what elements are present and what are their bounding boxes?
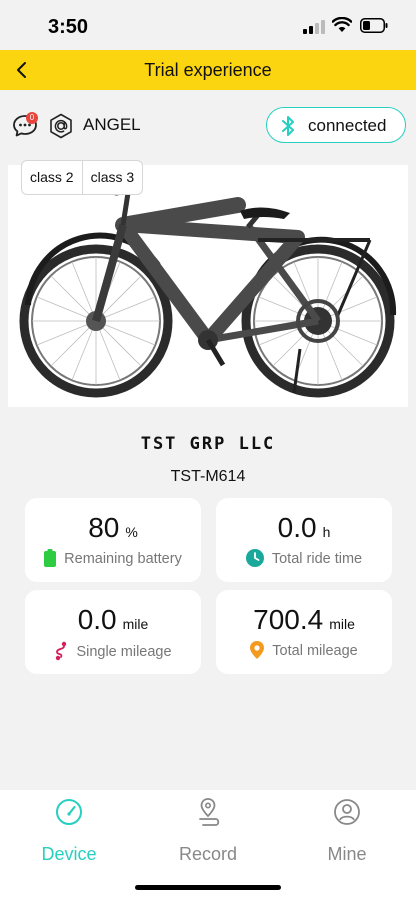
wifi-icon [332,17,352,32]
person-icon [334,799,360,825]
speedometer-icon [56,799,82,825]
ebike-illustration [19,186,397,398]
page-title: Trial experience [144,60,272,80]
location-pin-icon [250,641,265,659]
battery-value: 80 [88,512,120,543]
single-mileage-value: 0.0 [77,604,117,635]
chevron-left-icon [17,62,26,78]
nav-bar: Trial experience [0,50,416,90]
at-sign-icon [50,113,72,139]
tab-mine[interactable]: Mine [278,798,416,868]
user-name: ANGEL [83,115,141,134]
battery-icon [44,549,57,567]
bluetooth-icon [282,116,294,136]
battery-card: 80% Remaining battery [25,498,201,582]
status-bar: 3:50 [0,0,416,50]
tab-device[interactable]: Device [0,798,138,868]
ride-time-unit: h [322,524,331,540]
battery-status-icon [360,18,388,33]
total-mileage-card: 700.4 mile Total mileage [216,590,392,674]
back-button[interactable] [6,54,38,86]
single-mileage-unit: mile [122,616,149,632]
single-mileage-card: 0.0 mile Single mileage [25,590,201,674]
brand-name: TST GRP LLC [140,434,276,454]
bike-image [8,165,408,407]
bluetooth-status-button[interactable]: connected [266,107,406,143]
battery-label: Remaining battery [64,550,182,567]
ride-time-value: 0.0 [277,512,317,543]
model-name: TST-M614 [170,468,246,485]
battery-unit: % [125,524,138,540]
total-mileage-value: 700.4 [253,604,324,635]
tab-mine-label: Mine [327,844,367,864]
clock-icon [245,549,264,567]
status-time: 3:50 [48,16,89,38]
home-indicator [135,885,281,890]
route-pin-icon [199,798,220,826]
class-3-tab[interactable]: class 3 [81,161,143,194]
bottom-tab-bar: Device Record Mine [0,790,416,900]
ride-time-card: 0.0 h Total ride time [216,498,392,582]
cellular-signal-icon [303,20,325,34]
ride-time-label: Total ride time [271,550,363,567]
tab-device-label: Device [41,844,97,864]
route-icon [56,641,67,661]
class-selector: class 2 class 3 [21,160,144,195]
tab-record[interactable]: Record [139,798,277,868]
class-2-tab[interactable]: class 2 [22,161,82,194]
tab-record-label: Record [178,844,238,864]
total-mileage-label: Total mileage [272,642,358,659]
bluetooth-status-label: connected [308,116,387,135]
total-mileage-unit: mile [329,616,355,632]
single-mileage-label: Single mileage [76,643,172,660]
message-badge: 0 [26,112,38,124]
